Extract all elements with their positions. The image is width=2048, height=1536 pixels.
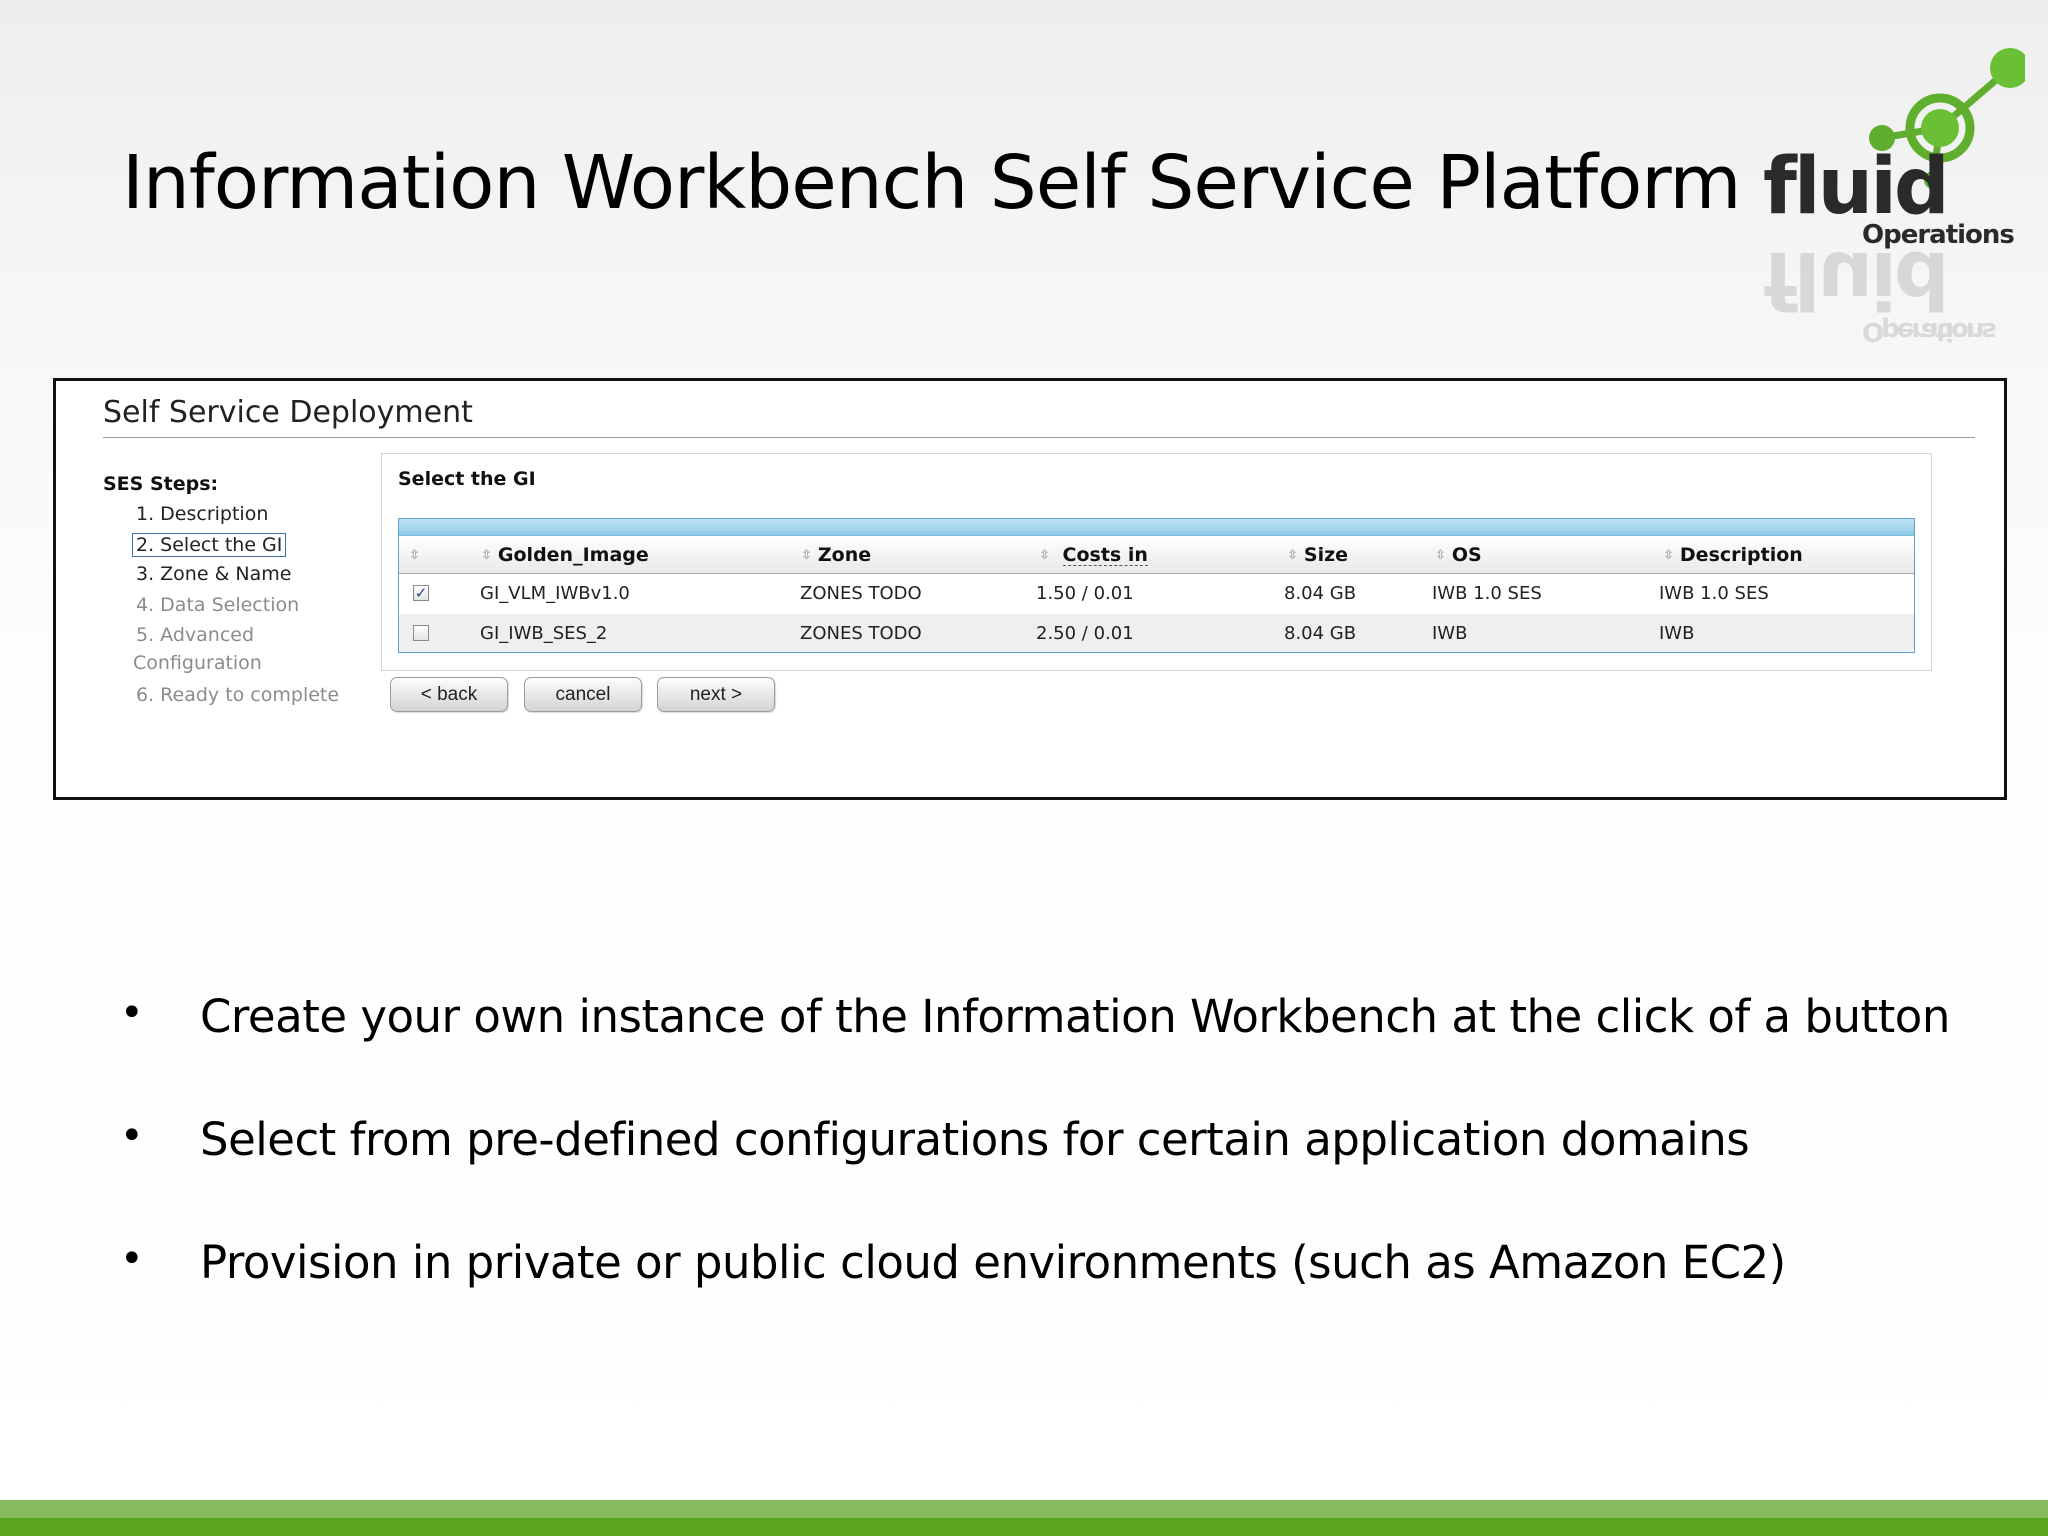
step-ready-to-complete: 6. Ready to complete	[136, 684, 340, 706]
content-title: Select the GI	[398, 468, 536, 490]
footer-stripe-dark	[0, 1518, 2048, 1536]
cell-description: IWB 1.0 SES	[1659, 583, 1769, 604]
table-header-row: ⇳ ⇳ Golden_Image ⇳ Zone ⇳ Costs in ⇳ Size ⇳…	[399, 536, 1914, 574]
step-zone-name[interactable]: 3. Zone & Name	[136, 563, 292, 585]
column-header-size[interactable]: ⇳ Size	[1287, 536, 1348, 573]
column-header-description[interactable]: ⇳ Description	[1663, 536, 1803, 573]
sort-icon: ⇳	[1435, 548, 1446, 563]
golden-image-table: ⇳ ⇳ Golden_Image ⇳ Zone ⇳ Costs in ⇳ Size ⇳…	[398, 518, 1915, 653]
row-checkbox[interactable]	[413, 625, 429, 641]
cancel-button[interactable]: cancel	[524, 677, 642, 712]
panel-title: Self Service Deployment	[103, 395, 473, 430]
sort-icon: ⇳	[1039, 548, 1050, 563]
cell-zone: ZONES TODO	[800, 623, 922, 644]
step-data-selection: 4. Data Selection	[136, 594, 300, 616]
logo-reflection: Operations fluid	[1763, 234, 1994, 346]
step-description[interactable]: 1. Description	[136, 503, 268, 525]
sort-icon: ⇳	[409, 548, 420, 563]
step-advanced-configuration: Configuration	[133, 652, 262, 674]
cell-os: IWB 1.0 SES	[1432, 583, 1542, 604]
sort-icon: ⇳	[801, 548, 812, 563]
self-service-panel: Self Service Deployment SES Steps: 1. De…	[53, 378, 2007, 800]
step-select-gi[interactable]: 2. Select the GI	[132, 533, 287, 557]
cell-size: 8.04 GB	[1284, 623, 1357, 644]
cell-costs: 2.50 / 0.01	[1036, 623, 1134, 644]
column-header-os[interactable]: ⇳ OS	[1435, 536, 1482, 573]
slide-title: Information Workbench Self Service Platf…	[122, 140, 1741, 226]
cell-zone: ZONES TODO	[800, 583, 922, 604]
next-button[interactable]: next >	[657, 677, 775, 712]
table-row[interactable]: ✓ GI_VLM_IWBv1.0 ZONES TODO 1.50 / 0.01 …	[399, 574, 1914, 614]
back-button[interactable]: < back	[390, 677, 508, 712]
footer-stripe-light	[0, 1500, 2048, 1518]
cell-golden-image: GI_VLM_IWBv1.0	[480, 583, 630, 604]
cell-golden-image: GI_IWB_SES_2	[480, 623, 608, 644]
sort-icon: ⇳	[1663, 548, 1674, 563]
logo-subtitle: Operations	[1862, 220, 2015, 250]
fluid-operations-logo: fluid Operations Operations fluid	[1755, 40, 2025, 360]
cell-description: IWB	[1659, 623, 1695, 644]
cell-os: IWB	[1432, 623, 1468, 644]
steps-title: SES Steps:	[103, 473, 219, 495]
logo-word: fluid	[1763, 142, 1950, 232]
cell-size: 8.04 GB	[1284, 583, 1357, 604]
column-header-golden-image[interactable]: ⇳ Golden_Image	[481, 536, 649, 573]
title-divider	[103, 437, 1975, 438]
column-header-select[interactable]: ⇳	[409, 536, 426, 573]
table-row[interactable]: GI_IWB_SES_2 ZONES TODO 2.50 / 0.01 8.04…	[399, 614, 1914, 652]
select-gi-box: Select the GI ⇳ ⇳ Golden_Image ⇳ Zone ⇳ Co…	[381, 453, 1932, 671]
cell-costs: 1.50 / 0.01	[1036, 583, 1134, 604]
steps-sidebar: SES Steps: 1. Description 2. Select the …	[103, 473, 339, 706]
column-header-zone[interactable]: ⇳ Zone	[801, 536, 871, 573]
sort-icon: ⇳	[1287, 548, 1298, 563]
step-advanced: 5. Advanced	[136, 624, 255, 646]
column-header-costs[interactable]: ⇳ Costs in	[1039, 536, 1148, 573]
row-checkbox[interactable]: ✓	[413, 585, 429, 601]
table-header-bar	[399, 519, 1914, 536]
sort-icon: ⇳	[481, 548, 492, 563]
